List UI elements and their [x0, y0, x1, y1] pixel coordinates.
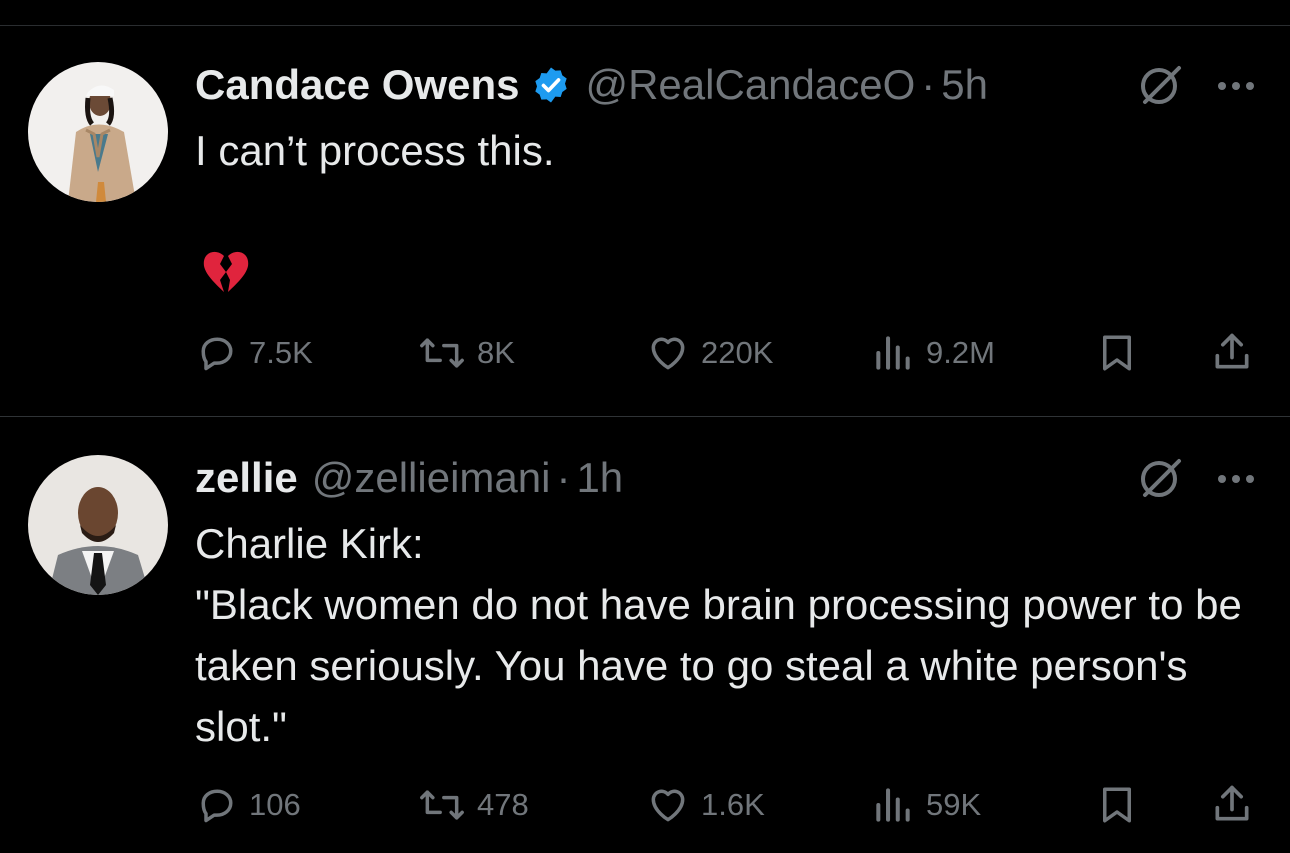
tweet-text: Charlie Kirk: "Black women do not have b… — [195, 520, 1242, 750]
share-icon[interactable] — [1210, 781, 1254, 832]
views-button[interactable]: 59K — [870, 783, 981, 827]
separator-dot: · — [921, 61, 936, 108]
views-icon — [876, 336, 910, 370]
repost-button[interactable]: 478 — [417, 783, 529, 827]
tweet-header: zellie @zellieimani · 1h — [195, 453, 623, 503]
heart-icon — [651, 789, 685, 822]
like-button[interactable]: 220K — [645, 331, 773, 375]
grok-icon[interactable] — [1137, 455, 1183, 501]
reply-button[interactable]: 106 — [195, 783, 301, 827]
repost-count: 478 — [477, 787, 529, 822]
bookmark-icon[interactable] — [1096, 331, 1138, 380]
like-button[interactable]: 1.6K — [645, 783, 765, 827]
reply-icon — [201, 789, 233, 823]
display-name[interactable]: zellie — [195, 454, 298, 502]
reply-button[interactable]: 7.5K — [195, 331, 313, 375]
separator-dot: · — [556, 454, 571, 501]
grok-icon[interactable] — [1137, 62, 1183, 108]
timestamp[interactable]: 1h — [576, 454, 623, 502]
tweet-candace[interactable]: Candace Owens @RealCandaceO · 5h I can’t… — [0, 0, 1290, 416]
heart-icon — [651, 337, 685, 370]
repost-icon — [420, 790, 464, 820]
view-count: 9.2M — [926, 335, 995, 370]
tweet-zellie[interactable]: zellie @zellieimani · 1h Charlie Kirk: "… — [0, 417, 1290, 853]
repost-icon — [420, 338, 464, 368]
like-count: 1.6K — [701, 787, 765, 822]
like-count: 220K — [701, 335, 774, 370]
share-icon[interactable] — [1210, 329, 1254, 380]
views-button[interactable]: 9.2M — [870, 331, 995, 375]
view-count: 59K — [926, 787, 982, 822]
tweet-header: Candace Owens @RealCandaceO · 5h — [195, 60, 988, 110]
bookmark-icon[interactable] — [1096, 783, 1138, 832]
more-icon[interactable] — [1212, 469, 1260, 489]
avatar[interactable] — [28, 455, 168, 595]
tweet-text: I can’t process this. — [195, 127, 555, 174]
reply-count: 106 — [249, 787, 301, 822]
handle[interactable]: @RealCandaceO — [585, 61, 915, 109]
timestamp[interactable]: 5h — [941, 61, 988, 109]
avatar[interactable] — [28, 62, 168, 202]
repost-count: 8K — [477, 335, 515, 370]
reply-icon — [201, 337, 233, 371]
broken-heart-icon — [200, 246, 252, 298]
verified-badge-icon — [531, 65, 571, 105]
more-icon[interactable] — [1212, 76, 1260, 96]
repost-button[interactable]: 8K — [417, 331, 515, 375]
display-name[interactable]: Candace Owens — [195, 61, 519, 109]
views-icon — [876, 788, 910, 822]
reply-count: 7.5K — [249, 335, 313, 370]
handle[interactable]: @zellieimani — [312, 454, 551, 502]
